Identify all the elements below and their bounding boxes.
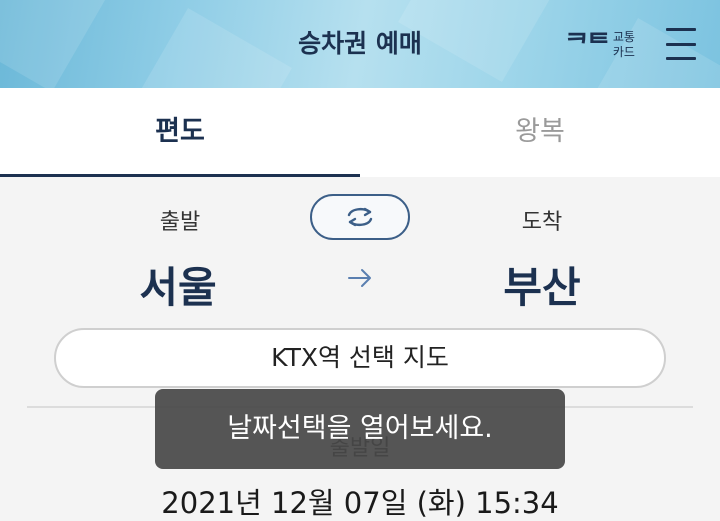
departure-label: 출발 <box>159 210 201 235</box>
menu-line <box>666 28 696 31</box>
trip-type-tabs: 편도 왕복 <box>0 88 720 177</box>
transit-card-label-line2: 카드 <box>612 45 635 59</box>
ticket-booking-screen: 승차권 예매 ᄏᄐ 교통 카드 편도 왕복 출발 도착 서울 부산 KTX역 선… <box>0 0 720 521</box>
hamburger-menu-icon[interactable] <box>666 28 696 60</box>
arrival-station[interactable]: 부산 <box>462 254 622 315</box>
transit-card-label-line1: 교통 <box>612 30 635 44</box>
swap-arrows-icon <box>347 207 373 227</box>
departure-station[interactable]: 서울 <box>98 254 258 315</box>
tab-one-way[interactable]: 편도 <box>0 88 360 177</box>
transit-card-button[interactable]: ᄏᄐ 교통 카드 <box>565 24 641 66</box>
menu-line <box>666 42 696 46</box>
ktx-station-map-button[interactable]: KTX역 선택 지도 <box>54 328 666 388</box>
menu-line <box>666 57 696 60</box>
transit-card-label: 교통 카드 <box>613 30 635 60</box>
departure-datetime[interactable]: 2021년 12월 07일 (화) 15:34 <box>0 480 720 521</box>
arrival-label: 도착 <box>521 210 563 235</box>
app-header: 승차권 예매 ᄏᄐ 교통 카드 <box>0 0 720 88</box>
tab-round-trip[interactable]: 왕복 <box>360 88 720 177</box>
toast-message: 날짜선택을 열어보세요. <box>155 389 565 469</box>
arrow-right-icon <box>348 269 371 287</box>
transit-card-icon: ᄏᄐ <box>565 30 611 60</box>
swap-stations-button[interactable] <box>310 194 410 240</box>
